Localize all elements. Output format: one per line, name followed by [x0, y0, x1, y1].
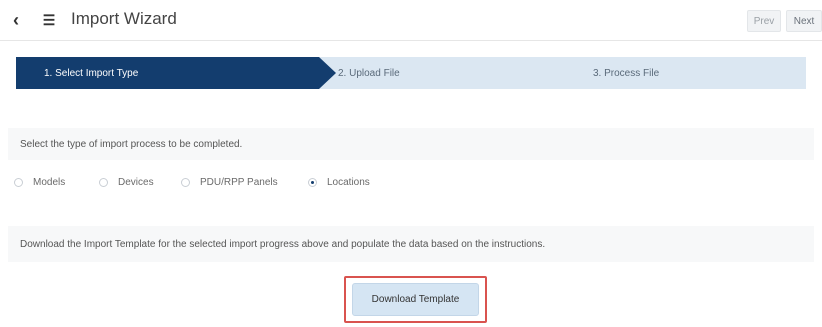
wizard-stepper: 1. Select Import Type 2. Upload File 3. …	[16, 57, 806, 89]
step-select-import-type[interactable]: 1. Select Import Type	[16, 57, 336, 89]
download-prompt-panel: Download the Import Template for the sel…	[8, 226, 814, 262]
step-process-file[interactable]: 3. Process File	[571, 57, 806, 89]
select-prompt-panel: Select the type of import process to be …	[8, 128, 814, 160]
select-prompt-text: Select the type of import process to be …	[20, 138, 243, 150]
radio-circle[interactable]	[99, 177, 108, 187]
radio-circle[interactable]	[14, 177, 23, 187]
header-bar: ‹ ☰ Import Wizard Prev Next	[0, 0, 822, 41]
chevron-left-icon[interactable]: ‹	[7, 10, 25, 30]
download-template-button[interactable]: Download Template	[352, 283, 479, 316]
radio-label: PDU/RPP Panels	[200, 176, 278, 188]
radio-circle-selected[interactable]	[308, 177, 317, 187]
radio-label: Models	[33, 176, 66, 188]
menu-icon[interactable]: ☰	[40, 11, 58, 29]
step-label: 1. Select Import Type	[44, 67, 139, 79]
import-type-radio-group: Models Devices PDU/RPP Panels Locations	[14, 174, 414, 190]
radio-circle[interactable]	[181, 177, 190, 187]
step-upload-file[interactable]: 2. Upload File	[316, 57, 591, 89]
radio-locations[interactable]: Locations	[308, 174, 370, 190]
radio-label: Devices	[118, 176, 154, 188]
radio-pdu-rpp-panels[interactable]: PDU/RPP Panels	[181, 174, 278, 190]
download-button-highlight: Download Template	[344, 276, 487, 323]
page-title: Import Wizard	[71, 9, 177, 28]
radio-models[interactable]: Models	[14, 174, 65, 190]
radio-label: Locations	[327, 176, 370, 188]
prev-button[interactable]: Prev	[747, 10, 781, 32]
radio-devices[interactable]: Devices	[99, 174, 154, 190]
next-button[interactable]: Next	[786, 10, 822, 32]
download-prompt-text: Download the Import Template for the sel…	[20, 238, 546, 250]
